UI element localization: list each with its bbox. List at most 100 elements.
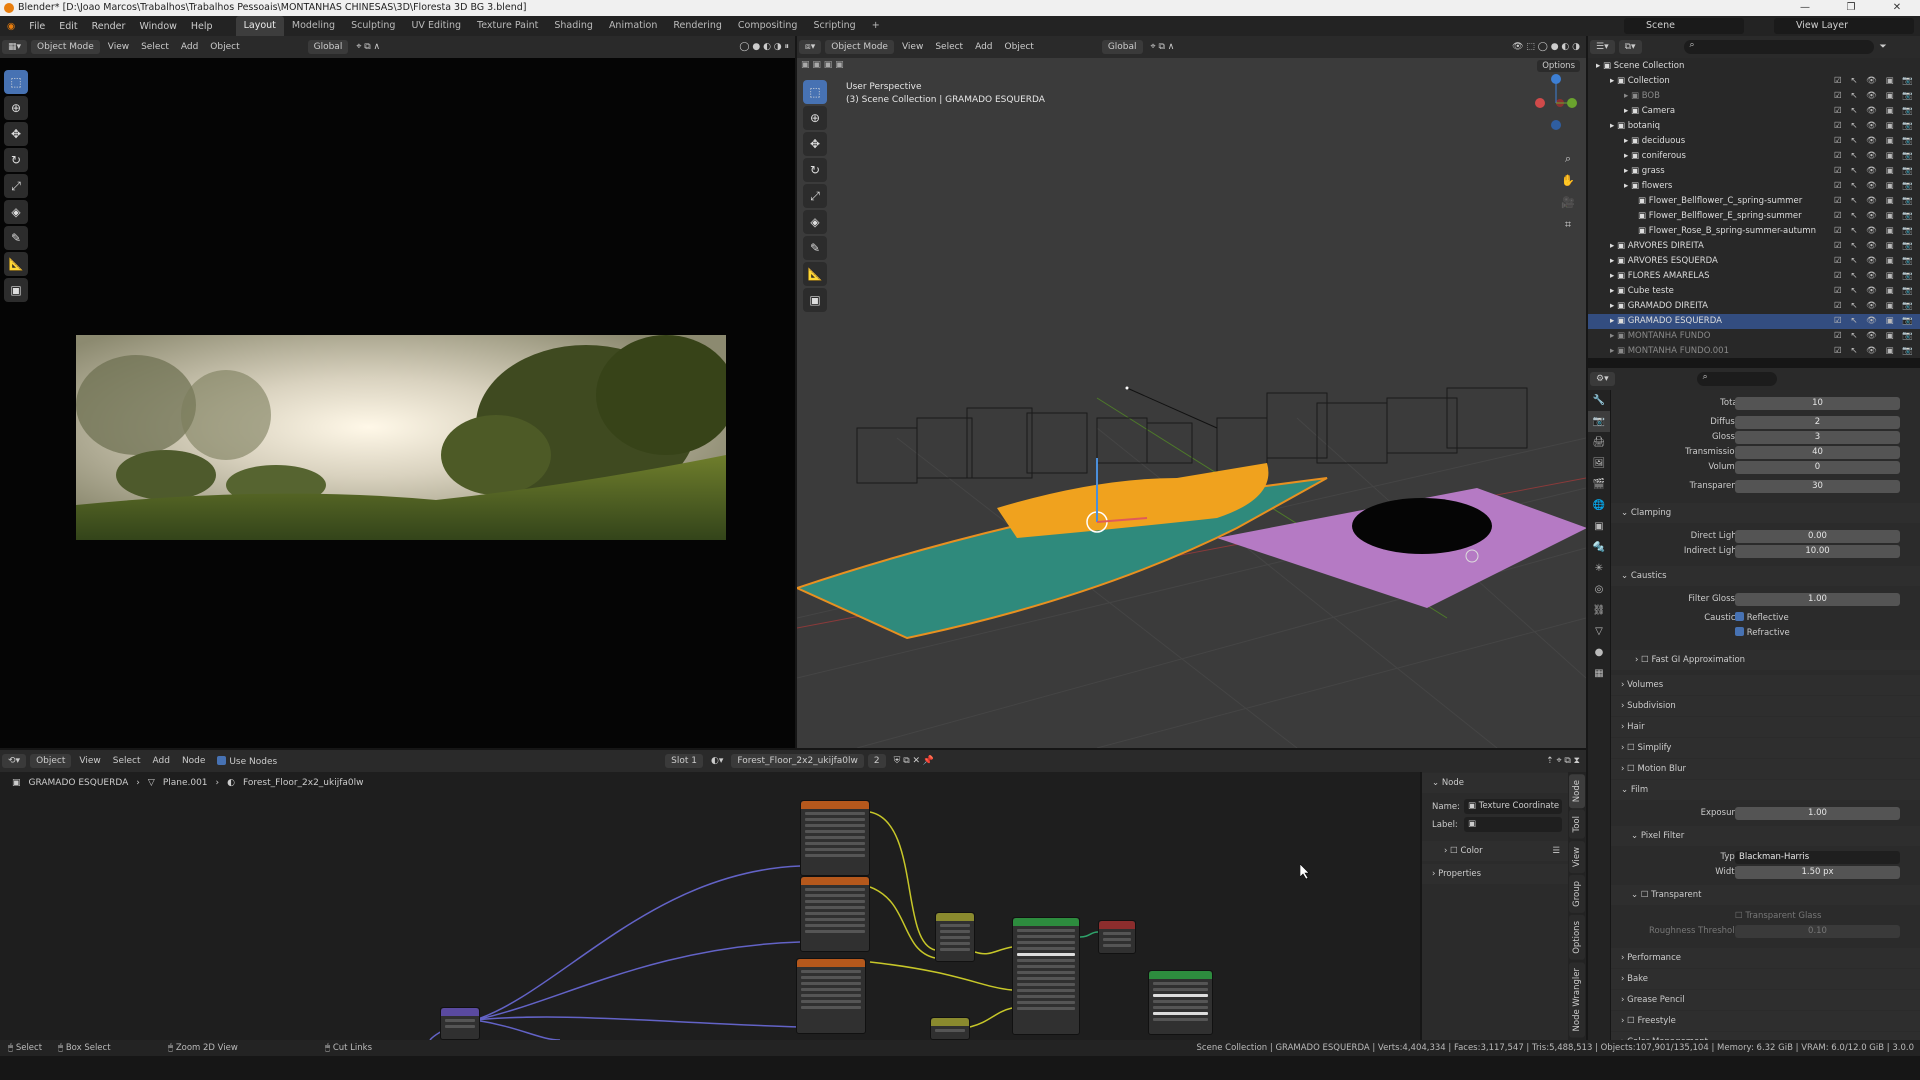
viewport-menu-object[interactable]: Object bbox=[999, 42, 1040, 52]
output-tab-icon[interactable]: 🖨 bbox=[1588, 432, 1610, 453]
node-label-field[interactable]: ▣ bbox=[1464, 817, 1562, 832]
tab-modeling[interactable]: Modeling bbox=[284, 16, 343, 36]
principled-bsdf-node[interactable] bbox=[1012, 917, 1080, 1035]
outliner-row[interactable]: ▸ ▣ flowers ☑ ↖ 👁 ▣ 📷 bbox=[1588, 179, 1920, 194]
outliner-row[interactable]: ▸ ▣ GRAMADO DIREITA ☑ ↖ 👁 ▣ 📷 bbox=[1588, 299, 1920, 314]
node-menu-select[interactable]: Select bbox=[107, 756, 147, 766]
clamping-panel-header[interactable]: ⌄ Clamping bbox=[1611, 503, 1920, 523]
visibility-toggle-icons[interactable]: ☑ ↖ 👁 ▣ 📷 bbox=[1834, 104, 1916, 119]
outliner-row[interactable]: ▸ ▣ Camera ☑ ↖ 👁 ▣ 📷 bbox=[1588, 104, 1920, 119]
texture-coordinate-node[interactable] bbox=[440, 1007, 480, 1040]
outliner-row[interactable]: ▣ Flower_Bellflower_E_spring-summer ☑ ↖ 👁… bbox=[1588, 209, 1920, 224]
outliner-search-input[interactable]: ⌕ bbox=[1683, 40, 1874, 54]
exposure-field[interactable]: 1.00 bbox=[1735, 807, 1900, 820]
world-tab-icon[interactable]: 🌐 bbox=[1588, 495, 1610, 516]
render-tab-icon[interactable]: 📷 bbox=[1588, 411, 1610, 432]
left-menu-add[interactable]: Add bbox=[175, 42, 204, 52]
outliner-row[interactable]: ▸ ▣ MONTANHA FUNDO ☑ ↖ 👁 ▣ 📷 bbox=[1588, 329, 1920, 344]
node-sidebar-tab[interactable]: Group bbox=[1569, 874, 1585, 913]
outliner-filter-icon[interactable]: ⏷ bbox=[1874, 42, 1893, 52]
bounce-field[interactable]: 0 bbox=[1735, 461, 1900, 474]
editor-type-icon[interactable]: ▦▾ bbox=[2, 40, 28, 54]
navigation-gizmo[interactable] bbox=[1532, 73, 1580, 133]
image-texture-node-1[interactable] bbox=[800, 800, 870, 876]
node-sidebar-tab[interactable]: Node bbox=[1569, 774, 1585, 809]
collapsed-panel-header[interactable]: › Grease Pencil bbox=[1611, 990, 1920, 1010]
tab-shading[interactable]: Shading bbox=[546, 16, 601, 36]
bounce-field[interactable]: 2 bbox=[1735, 416, 1900, 429]
principled-bsdf-node-2[interactable] bbox=[1148, 970, 1213, 1035]
visibility-toggle-icons[interactable]: ☑ ↖ 👁 ▣ 📷 bbox=[1834, 224, 1916, 239]
tab-sculpting[interactable]: Sculpting bbox=[343, 16, 403, 36]
object-tab-icon[interactable]: ▣ bbox=[1588, 516, 1610, 537]
collapsed-panel-header[interactable]: › ☐ Freestyle bbox=[1611, 1011, 1920, 1031]
outliner-row[interactable]: ▸ ▣ ARVORES ESQUERDA ☑ ↖ 👁 ▣ 📷 bbox=[1588, 254, 1920, 269]
left-shading-icons[interactable]: ◯ ● ◐ ◑ ⏸ bbox=[733, 42, 795, 52]
tab-uv-editing[interactable]: UV Editing bbox=[403, 16, 469, 36]
maximize-button[interactable]: ❐ bbox=[1828, 0, 1874, 16]
caustics-panel-header[interactable]: ⌄ Caustics bbox=[1611, 566, 1920, 586]
material-tab-icon[interactable]: ● bbox=[1588, 642, 1610, 663]
visibility-toggle-icons[interactable]: ☑ ↖ 👁 ▣ 📷 bbox=[1834, 269, 1916, 284]
node-sidebar-tab[interactable]: Options bbox=[1569, 914, 1585, 960]
visibility-toggle-icons[interactable]: ☑ ↖ 👁 ▣ 📷 bbox=[1834, 149, 1916, 164]
outliner-row[interactable]: ▸ ▣ Cube teste ☑ ↖ 👁 ▣ 📷 bbox=[1588, 284, 1920, 299]
outliner-editor-type[interactable]: ☰▾ bbox=[1590, 40, 1615, 54]
visibility-toggle-icons[interactable]: ☑ ↖ 👁 ▣ 📷 bbox=[1834, 119, 1916, 134]
collapsed-panel-header[interactable]: › Subdivision bbox=[1611, 696, 1920, 716]
node-sidebar-tab[interactable]: Node Wrangler bbox=[1569, 961, 1585, 1038]
tab-animation[interactable]: Animation bbox=[601, 16, 665, 36]
node-properties-header[interactable]: › Properties bbox=[1422, 864, 1568, 884]
viewport-menu-select[interactable]: Select bbox=[929, 42, 969, 52]
outliner-row[interactable]: ▸ ▣ Scene Collection bbox=[1588, 59, 1920, 74]
measure-tool[interactable]: 📐 bbox=[4, 252, 28, 276]
outliner-row[interactable]: ▸ ▣ grass ☑ ↖ 👁 ▣ 📷 bbox=[1588, 164, 1920, 179]
visibility-toggle-icons[interactable]: ☑ ↖ 👁 ▣ 📷 bbox=[1834, 194, 1916, 209]
scene-selector[interactable]: Scene bbox=[1624, 18, 1744, 34]
pixel-filter-header[interactable]: ⌄ Pixel Filter bbox=[1611, 826, 1920, 846]
visibility-toggle-icons[interactable]: ☑ ↖ 👁 ▣ 📷 bbox=[1834, 299, 1916, 314]
rotate-tool[interactable]: ↻ bbox=[4, 148, 28, 172]
view-layer-tab-icon[interactable]: 🖼 bbox=[1588, 453, 1610, 474]
collapsed-panel-header[interactable]: › Hair bbox=[1611, 717, 1920, 737]
outliner-row[interactable]: ▸ ▣ BOB ☑ ↖ 👁 ▣ 📷 bbox=[1588, 89, 1920, 104]
close-button[interactable]: ✕ bbox=[1874, 0, 1920, 16]
bounce-field[interactable]: 40 bbox=[1735, 446, 1900, 459]
scale-tool[interactable]: ⤢ bbox=[4, 174, 28, 198]
particles-tab-icon[interactable]: ✳ bbox=[1588, 558, 1610, 579]
viewport-menu-add[interactable]: Add bbox=[969, 42, 998, 52]
visibility-toggle-icons[interactable]: ☑ ↖ 👁 ▣ 📷 bbox=[1834, 209, 1916, 224]
collapsed-panel-header[interactable]: › Color Management bbox=[1611, 1032, 1920, 1040]
visibility-toggle-icons[interactable]: ☑ ↖ 👁 ▣ 📷 bbox=[1834, 329, 1916, 344]
snap-icon[interactable]: ⌖ ⧉ ∧ bbox=[350, 42, 386, 52]
filter-width-field[interactable]: 1.50 px bbox=[1735, 866, 1900, 879]
constraints-tab-icon[interactable]: ⛓ bbox=[1588, 600, 1610, 621]
tab-compositing[interactable]: Compositing bbox=[730, 16, 806, 36]
outliner-row[interactable]: ▸ ▣ FLORES AMARELAS ☑ ↖ 👁 ▣ 📷 bbox=[1588, 269, 1920, 284]
add-workspace-button[interactable]: + bbox=[864, 16, 888, 36]
menu-edit[interactable]: Edit bbox=[52, 21, 84, 32]
node-menu-view[interactable]: View bbox=[73, 756, 106, 766]
slot-dropdown[interactable]: Slot 1 bbox=[665, 754, 704, 768]
node-sidebar-tab[interactable]: View bbox=[1569, 840, 1585, 873]
image-texture-node-3[interactable] bbox=[796, 958, 866, 1034]
minimize-button[interactable]: — bbox=[1782, 0, 1828, 16]
outliner-row[interactable]: ▣ Flower_Bellflower_C_spring-summer ☑ ↖ 👁… bbox=[1588, 194, 1920, 209]
material-actions-icons[interactable]: ⛨ ⧉ ✕ 📌 bbox=[888, 756, 941, 766]
shader-type-dropdown[interactable]: Object bbox=[30, 754, 72, 768]
left-menu-view[interactable]: View bbox=[102, 42, 135, 52]
outliner-row[interactable]: ▸ ▣ MONTANHA FUNDO.001 ☑ ↖ 👁 ▣ 📷 bbox=[1588, 344, 1920, 359]
visibility-toggle-icons[interactable]: ☑ ↖ 👁 ▣ 📷 bbox=[1834, 254, 1916, 269]
bounce-field[interactable]: 30 bbox=[1735, 480, 1900, 493]
indirect-light-field[interactable]: 10.00 bbox=[1735, 545, 1900, 558]
filter-type-dropdown[interactable]: Blackman-Harris bbox=[1735, 851, 1900, 864]
outliner-row[interactable]: ▸ ▣ botaniq ☑ ↖ 👁 ▣ 📷 bbox=[1588, 119, 1920, 134]
properties-search-input[interactable]: ⌕ bbox=[1696, 372, 1777, 386]
outliner-row[interactable]: ▸ ▣ Collection ☑ ↖ 👁 ▣ 📷 bbox=[1588, 74, 1920, 89]
reflective-checkbox[interactable]: Reflective bbox=[1735, 611, 1789, 626]
image-texture-node-2[interactable] bbox=[800, 876, 870, 952]
mix-rgb-node[interactable] bbox=[935, 912, 975, 962]
node-header-right-icons[interactable]: ⇡ ⌖ ⧉ ⧗ bbox=[1540, 756, 1586, 766]
roughness-threshold-field[interactable]: 0.10 bbox=[1735, 925, 1900, 938]
move-tool[interactable]: ✥ bbox=[4, 122, 28, 146]
